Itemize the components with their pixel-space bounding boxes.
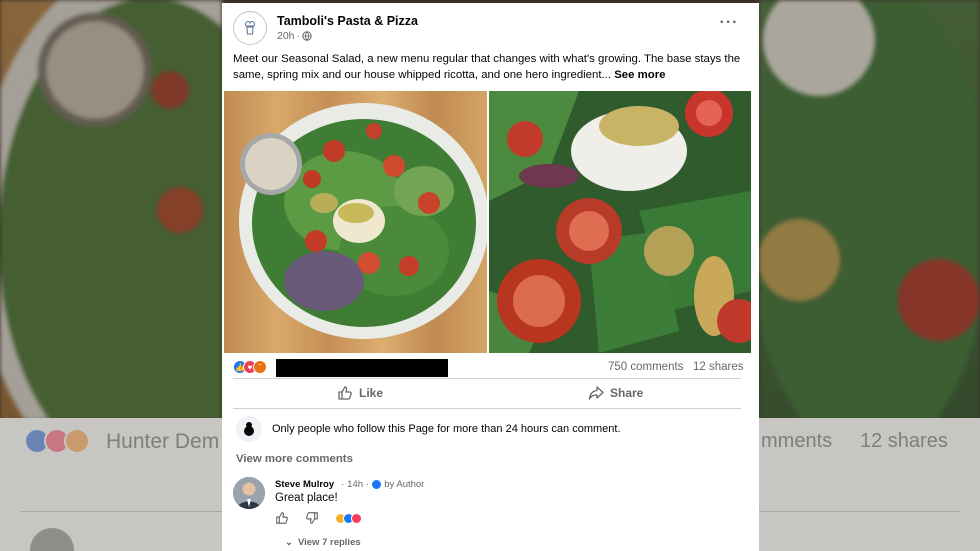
like-button[interactable]: Like [337, 380, 383, 406]
post-time[interactable]: 20h [277, 30, 295, 42]
comments-count[interactable]: 750 comments [608, 361, 683, 373]
globe-icon [302, 31, 312, 41]
reaction-icons[interactable]: 👍 ♥ ˘ [233, 360, 267, 374]
chef-logo-icon [245, 21, 255, 35]
backdrop-name: Hunter Dem [106, 430, 220, 453]
shares-count[interactable]: 12 shares [693, 361, 744, 373]
like-label: Like [359, 386, 384, 400]
commenter-name[interactable]: Steve Mulroy [275, 479, 334, 490]
salad-photo-closeup[interactable] [489, 91, 751, 353]
see-more-link[interactable]: See more [614, 69, 665, 81]
backdrop-reactions [24, 428, 90, 454]
view-replies-link[interactable]: ⌄ View 7 replies [285, 537, 361, 548]
salad-photo-overhead[interactable] [224, 91, 487, 353]
share-button[interactable]: Share [588, 380, 643, 406]
backdrop-right-photo [759, 0, 980, 420]
stats-divider [233, 378, 741, 379]
thumbs-up-icon [338, 386, 352, 400]
person-icon [236, 416, 262, 442]
comment-actions [275, 511, 362, 525]
redacted-reactors [276, 359, 448, 377]
backdrop-left-photo [0, 0, 222, 420]
chevron-down-icon: ⌄ [285, 537, 293, 548]
salad-closeup-image [489, 91, 751, 353]
post-actions: Like Share [233, 380, 748, 406]
person-photo-icon [233, 477, 265, 509]
more-options-icon[interactable]: ··· [716, 13, 742, 37]
author-badge-icon [372, 480, 382, 489]
comment-item: Steve Mulroy · 14h · by Author Great pla… [233, 477, 748, 551]
comment-restriction: Only people who follow this Page for mor… [233, 415, 748, 443]
comment-thumbs-down-icon[interactable] [305, 511, 319, 525]
post-meta: 20h · [277, 30, 312, 42]
comment-thumbs-up-icon[interactable] [275, 511, 289, 525]
post-header: Tamboli's Pasta & Pizza 20h · ··· [233, 11, 748, 45]
page-avatar[interactable] [233, 11, 267, 45]
share-arrow-icon [588, 386, 604, 400]
comment-meta: · 14h · by Author [341, 479, 425, 490]
actions-divider [233, 408, 741, 409]
post-stats: 👍 ♥ ˘ 750 comments 12 shares [233, 359, 748, 377]
backdrop-shares: 12 shares [860, 430, 948, 452]
share-label: Share [610, 386, 644, 400]
angry-reaction-icon: ˘ [253, 360, 267, 374]
restriction-notice: Only people who follow this Page for mor… [272, 423, 621, 435]
post-caption: Meet our Seasonal Salad, a new menu regu… [233, 51, 748, 83]
liked-by-author: by Author [384, 479, 425, 490]
comment-text: Great place! [275, 492, 338, 504]
salad-plate-image [239, 103, 487, 339]
commenter-avatar[interactable] [233, 477, 265, 509]
love-reaction-icon [351, 512, 362, 524]
backdrop-comments: mments [761, 430, 833, 452]
comment-time[interactable]: 14h [347, 479, 363, 490]
comment-reactions[interactable] [335, 512, 362, 524]
view-replies-label: View 7 replies [297, 537, 361, 548]
view-more-comments-link[interactable]: View more comments [236, 453, 353, 465]
page-name-link[interactable]: Tamboli's Pasta & Pizza [277, 14, 418, 28]
post-card: Tamboli's Pasta & Pizza 20h · ··· Meet o… [222, 3, 759, 551]
